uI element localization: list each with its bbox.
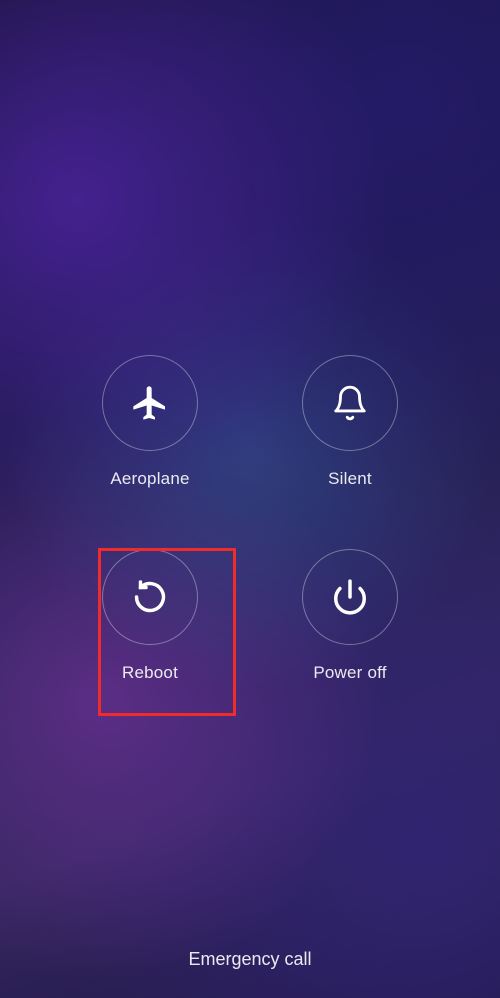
reboot-icon <box>131 578 169 616</box>
power-menu-screen: Aeroplane Silent Reboot <box>0 0 500 998</box>
power-icon <box>331 578 369 616</box>
aeroplane-label: Aeroplane <box>110 469 189 489</box>
silent-circle <box>302 355 398 451</box>
poweroff-circle <box>302 549 398 645</box>
airplane-icon <box>130 383 170 423</box>
poweroff-option[interactable]: Power off <box>302 549 398 683</box>
bell-icon <box>331 384 369 422</box>
reboot-label: Reboot <box>122 663 178 683</box>
reboot-option[interactable]: Reboot <box>102 549 198 683</box>
silent-option[interactable]: Silent <box>302 355 398 489</box>
emergency-call-link[interactable]: Emergency call <box>188 949 311 970</box>
aeroplane-option[interactable]: Aeroplane <box>102 355 198 489</box>
reboot-circle <box>102 549 198 645</box>
silent-label: Silent <box>328 469 372 489</box>
poweroff-label: Power off <box>313 663 386 683</box>
power-options-grid: Aeroplane Silent Reboot <box>80 355 420 683</box>
aeroplane-circle <box>102 355 198 451</box>
